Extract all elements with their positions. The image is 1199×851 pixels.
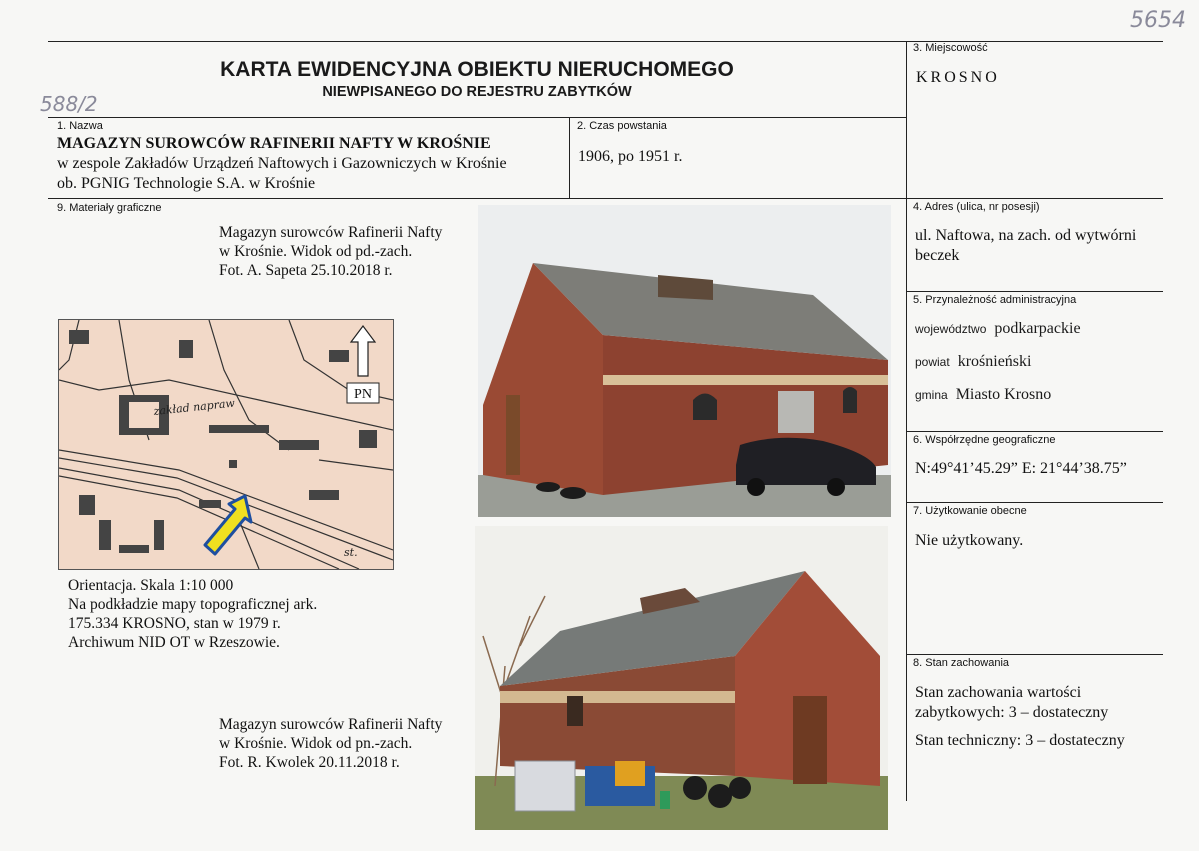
- card-title: KARTA EWIDENCYJNA OBIEKTU NIERUCHOMEGO: [220, 58, 734, 81]
- photo1-caption-line: w Krośnie. Widok od pd.-zach.: [219, 243, 413, 260]
- rule-8: [906, 654, 1163, 655]
- photo1-caption-line: Magazyn surowców Rafinerii Nafty: [219, 224, 443, 241]
- map-caption-line: Na podkładzie mapy topograficznej ark.: [68, 596, 318, 613]
- right-column-divider: [906, 41, 907, 801]
- card-subtitle: NIEWPISANEGO DO REJESTRU ZABYTKÓW: [322, 84, 632, 100]
- field-8-label: 8. Stan zachowania: [913, 657, 1010, 669]
- county-key: powiat: [915, 355, 950, 369]
- north-label: PN: [354, 387, 372, 402]
- current-use-value: Nie użytkowany.: [915, 532, 1024, 549]
- map-label-station: st.: [344, 546, 358, 559]
- object-name: MAGAZYN SUROWCÓW RAFINERII NAFTY W KROŚN…: [57, 135, 491, 152]
- name-date-divider: [569, 117, 570, 198]
- field-6-label: 6. Współrzędne geograficzne: [913, 434, 1056, 446]
- commune-value: Miasto Krosno: [955, 386, 1052, 403]
- condition-line-3: Stan techniczny: 3 – dostateczny: [915, 732, 1125, 749]
- condition-line-2: zabytkowych: 3 – dostateczny: [915, 704, 1109, 721]
- field-2-label: 2. Czas powstania: [577, 120, 667, 132]
- topographic-map: zakład napraw st. PN: [58, 319, 394, 570]
- map-drawing: zakład napraw st. PN: [59, 320, 393, 569]
- address-line-2: beczek: [915, 247, 960, 264]
- header-bottom-rule: [48, 117, 906, 118]
- voivodeship-value: podkarpackie: [994, 320, 1081, 337]
- building-photo-northwest: [475, 526, 888, 830]
- field-3-label: 3. Miejscowość: [913, 42, 988, 54]
- handwritten-archive-number: 5654: [1130, 8, 1186, 33]
- locality-value: KROSNO: [916, 69, 1000, 86]
- photo2-caption-line: Magazyn surowców Rafinerii Nafty: [219, 716, 443, 733]
- field-9-label: 9. Materiały graficzne: [57, 202, 162, 214]
- field-5-label: 5. Przynależność administracyjna: [913, 294, 1077, 306]
- field-4-label: 4. Adres (ulica, nr posesji): [913, 201, 1040, 213]
- rule-7: [906, 502, 1163, 503]
- address-line-1: ul. Naftowa, na zach. od wytwórni: [915, 227, 1137, 244]
- rule-5: [906, 291, 1163, 292]
- commune-row: gmina Miasto Krosno: [915, 386, 1051, 404]
- top-rule: [48, 41, 1163, 42]
- photo1-caption: Magazyn surowców Rafinerii Nafty w Krośn…: [219, 223, 442, 280]
- map-caption-line: 175.334 KROSNO, stan w 1979 r.: [68, 615, 281, 632]
- map-caption-line: Archiwum NID OT w Rzeszowie.: [68, 634, 280, 651]
- county-row: powiat krośnieński: [915, 353, 1031, 371]
- field-7-label: 7. Użytkowanie obecne: [913, 505, 1027, 517]
- building-photo-southwest: [478, 205, 891, 517]
- voivodeship-key: województwo: [915, 322, 987, 336]
- coordinates-value: N:49°41’45.29” E: 21°44’38.75”: [915, 460, 1127, 477]
- photo2-caption-line: Fot. R. Kwolek 20.11.2018 r.: [219, 754, 400, 771]
- name-bottom-rule: [48, 198, 1163, 199]
- voivodeship-row: województwo podkarpackie: [915, 320, 1081, 338]
- object-complex: w zespole Zakładów Urządzeń Naftowych i …: [57, 155, 507, 172]
- map-caption-line: Orientacja. Skala 1:10 000: [68, 577, 234, 594]
- photo2-caption: Magazyn surowców Rafinerii Nafty w Krośn…: [219, 715, 442, 772]
- field-1-label: 1. Nazwa: [57, 120, 103, 132]
- object-owner: ob. PGNIG Technologie S.A. w Krośnie: [57, 175, 316, 192]
- photo2-caption-line: w Krośnie. Widok od pn.-zach.: [219, 735, 413, 752]
- rule-6: [906, 431, 1163, 432]
- construction-date: 1906, po 1951 r.: [578, 148, 683, 165]
- map-caption: Orientacja. Skala 1:10 000 Na podkładzie…: [68, 576, 317, 652]
- commune-key: gmina: [915, 388, 948, 402]
- county-value: krośnieński: [957, 353, 1032, 370]
- condition-line-1: Stan zachowania wartości: [915, 684, 1082, 701]
- photo1-caption-line: Fot. A. Sapeta 25.10.2018 r.: [219, 262, 393, 279]
